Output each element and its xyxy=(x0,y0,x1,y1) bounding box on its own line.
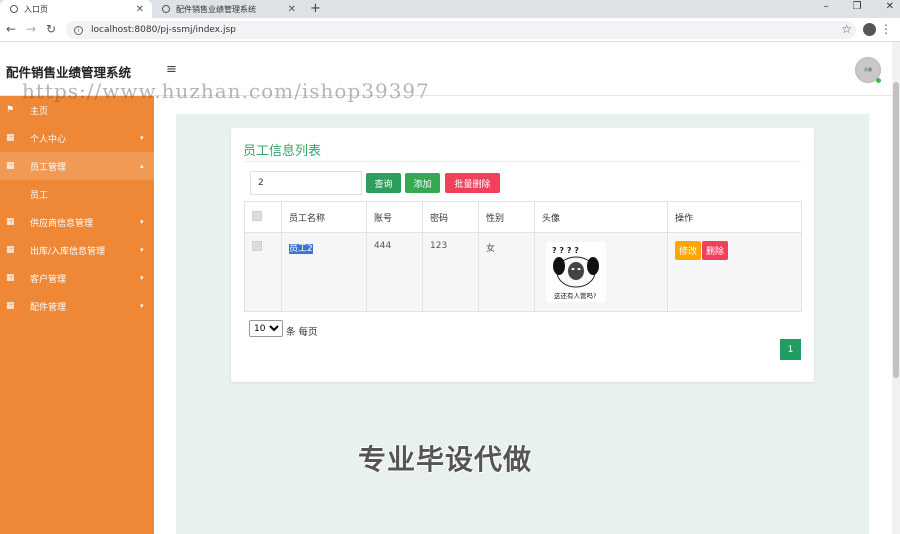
profile-icon[interactable] xyxy=(863,23,876,36)
browser-tab-strip: 入口页 ✕ 配件销售业绩管理系统 ✕ + – ❐ ✕ xyxy=(0,0,900,18)
edit-button[interactable]: 修改 xyxy=(675,241,702,260)
column-header[interactable]: 员工名称 xyxy=(281,201,367,233)
caret-down-icon: ▾ xyxy=(140,134,144,142)
page-size-label: 条 每页 xyxy=(286,327,318,338)
batch-delete-button[interactable]: 批量删除 xyxy=(445,173,500,193)
sidebar-item-label: 出库/入库信息管理 xyxy=(30,246,106,257)
avatar-caption: 这还有人管吗? xyxy=(554,291,596,300)
sidebar-item-supplier[interactable]: ▦ 供应商信息管理 ▾ xyxy=(0,208,154,236)
page-size-select[interactable]: 10 xyxy=(249,320,283,337)
close-tab-icon[interactable]: ✕ xyxy=(136,4,144,15)
bookmark-star-icon[interactable]: ☆ xyxy=(841,22,852,36)
grid-icon: ▦ xyxy=(6,133,15,143)
sidebar-item-label: 主页 xyxy=(30,106,49,117)
row-checkbox[interactable] xyxy=(252,241,262,251)
sidebar-item-label: 供应商信息管理 xyxy=(30,218,94,229)
minimize-icon[interactable]: – xyxy=(824,1,829,12)
sidebar-subitem-employee[interactable]: 员工 xyxy=(0,180,154,208)
column-header: 性别 xyxy=(478,201,535,233)
globe-icon xyxy=(10,5,18,13)
grid-icon: ▦ xyxy=(6,217,15,227)
browser-menu-icon[interactable]: ⋮ xyxy=(880,22,892,36)
cell-password: 123 xyxy=(422,232,479,312)
sidebar-item-label: 配件管理 xyxy=(30,302,67,313)
cell-name: 员工2 xyxy=(281,232,367,312)
info-icon[interactable]: i xyxy=(74,25,83,35)
watermark-text: 专业毕设代做 xyxy=(358,443,533,476)
caret-up-icon: ▴ xyxy=(140,162,144,170)
select-all-cell xyxy=(244,201,282,233)
sidebar-item-stock-io[interactable]: ▦ 出库/入库信息管理 ▾ xyxy=(0,236,154,264)
grid-icon: ▦ xyxy=(6,273,15,283)
sidebar-item-profile[interactable]: ▦ 个人中心 ▾ xyxy=(0,124,154,152)
select-all-checkbox[interactable] xyxy=(252,210,262,221)
tab-title: 配件销售业绩管理系统 xyxy=(176,4,256,14)
employee-avatar-image: ? ? ? ? 这还有人管吗? xyxy=(546,242,606,302)
delete-button[interactable]: 删除 xyxy=(702,241,729,260)
caret-down-icon: ▾ xyxy=(140,302,144,310)
row-select-cell xyxy=(244,232,282,312)
cell-actions: 修改 删除 xyxy=(667,232,802,312)
browser-tab-home[interactable]: 入口页 ✕ xyxy=(0,0,152,18)
restore-icon[interactable]: ❐ xyxy=(853,1,862,12)
grid-icon: ▦ xyxy=(6,301,15,311)
sidebar: ⚑ 主页 ▦ 个人中心 ▾ ▦ 员工管理 ▴ 员工 ▦ 供应商信息管理 ▾ ▦ … xyxy=(0,96,154,534)
caret-down-icon: ▾ xyxy=(140,274,144,282)
add-button[interactable]: 添加 xyxy=(405,173,440,193)
menu-toggle-icon[interactable]: ≡ xyxy=(166,62,177,77)
sidebar-item-customer[interactable]: ▦ 客户管理 ▾ xyxy=(0,264,154,292)
flag-icon: ⚑ xyxy=(6,105,15,115)
divider xyxy=(243,161,801,162)
url-bar[interactable]: i localhost:8080/pj-ssmj/index.jsp xyxy=(66,21,856,39)
column-header: 操作 xyxy=(667,201,802,233)
globe-icon xyxy=(162,5,170,13)
cell-avatar: ? ? ? ? 这还有人管吗? xyxy=(534,232,668,312)
grid-icon: ▦ xyxy=(6,161,15,171)
panda-meme-icon: ? ? ? ? 这还有人管吗? xyxy=(552,246,599,300)
column-header: 头像 xyxy=(534,201,668,233)
query-button[interactable]: 查询 xyxy=(366,173,401,193)
new-tab-button[interactable]: + xyxy=(310,1,321,16)
sidebar-item-employee-mgmt[interactable]: ▦ 员工管理 ▴ xyxy=(0,152,154,180)
table-row: 员工2 444 123 女 ? ? ? ? 这还有人管吗? 修改 删除 xyxy=(244,232,802,312)
address-bar-row: ← → ↻ i localhost:8080/pj-ssmj/index.jsp… xyxy=(0,18,900,42)
sidebar-item-label: 个人中心 xyxy=(30,134,67,145)
url-text: localhost:8080/pj-ssmj/index.jsp xyxy=(91,25,236,35)
cell-gender: 女 xyxy=(478,232,535,312)
scrollbar-thumb[interactable] xyxy=(893,82,899,378)
watermark-url: https://www.huzhan.com/ishop39397 xyxy=(22,79,430,103)
caret-down-icon: ▾ xyxy=(140,218,144,226)
forward-icon[interactable]: → xyxy=(26,22,36,36)
search-input[interactable] xyxy=(250,171,362,195)
table-header-row: 员工名称 账号 密码 性别 头像 操作 xyxy=(244,201,802,233)
browser-tab-system[interactable]: 配件销售业绩管理系统 ✕ xyxy=(152,0,304,18)
employee-name[interactable]: 员工2 xyxy=(289,244,313,254)
close-tab-icon[interactable]: ✕ xyxy=(288,4,296,15)
avatar-marks: ? ? ? ? xyxy=(552,246,579,255)
close-window-icon[interactable]: ✕ xyxy=(886,1,894,12)
reload-icon[interactable]: ↻ xyxy=(46,22,56,36)
sidebar-item-label: 员工 xyxy=(30,190,49,201)
online-status-dot xyxy=(876,78,881,83)
caret-down-icon: ▾ xyxy=(140,246,144,254)
grid-icon: ▦ xyxy=(6,245,15,255)
employee-list-card: 员工信息列表 查询 添加 批量删除 员工名称 账号 密码 性别 头像 操作 员工… xyxy=(231,128,814,382)
column-header: 账号 xyxy=(366,201,423,233)
back-icon[interactable]: ← xyxy=(6,22,16,36)
sidebar-item-parts[interactable]: ▦ 配件管理 ▾ xyxy=(0,292,154,320)
sidebar-item-label: 员工管理 xyxy=(30,162,67,173)
page-button-current[interactable]: 1 xyxy=(780,339,801,360)
cell-account: 444 xyxy=(366,232,423,312)
tab-title: 入口页 xyxy=(24,4,48,14)
employee-table: 员工名称 账号 密码 性别 头像 操作 员工2 444 123 女 ? ? ? … xyxy=(244,201,802,312)
window-controls: – ❐ ✕ xyxy=(824,1,894,12)
avatar-text: 头像 xyxy=(864,67,872,72)
page-title: 员工信息列表 xyxy=(243,144,322,159)
sidebar-item-label: 客户管理 xyxy=(30,274,67,285)
column-header: 密码 xyxy=(422,201,479,233)
